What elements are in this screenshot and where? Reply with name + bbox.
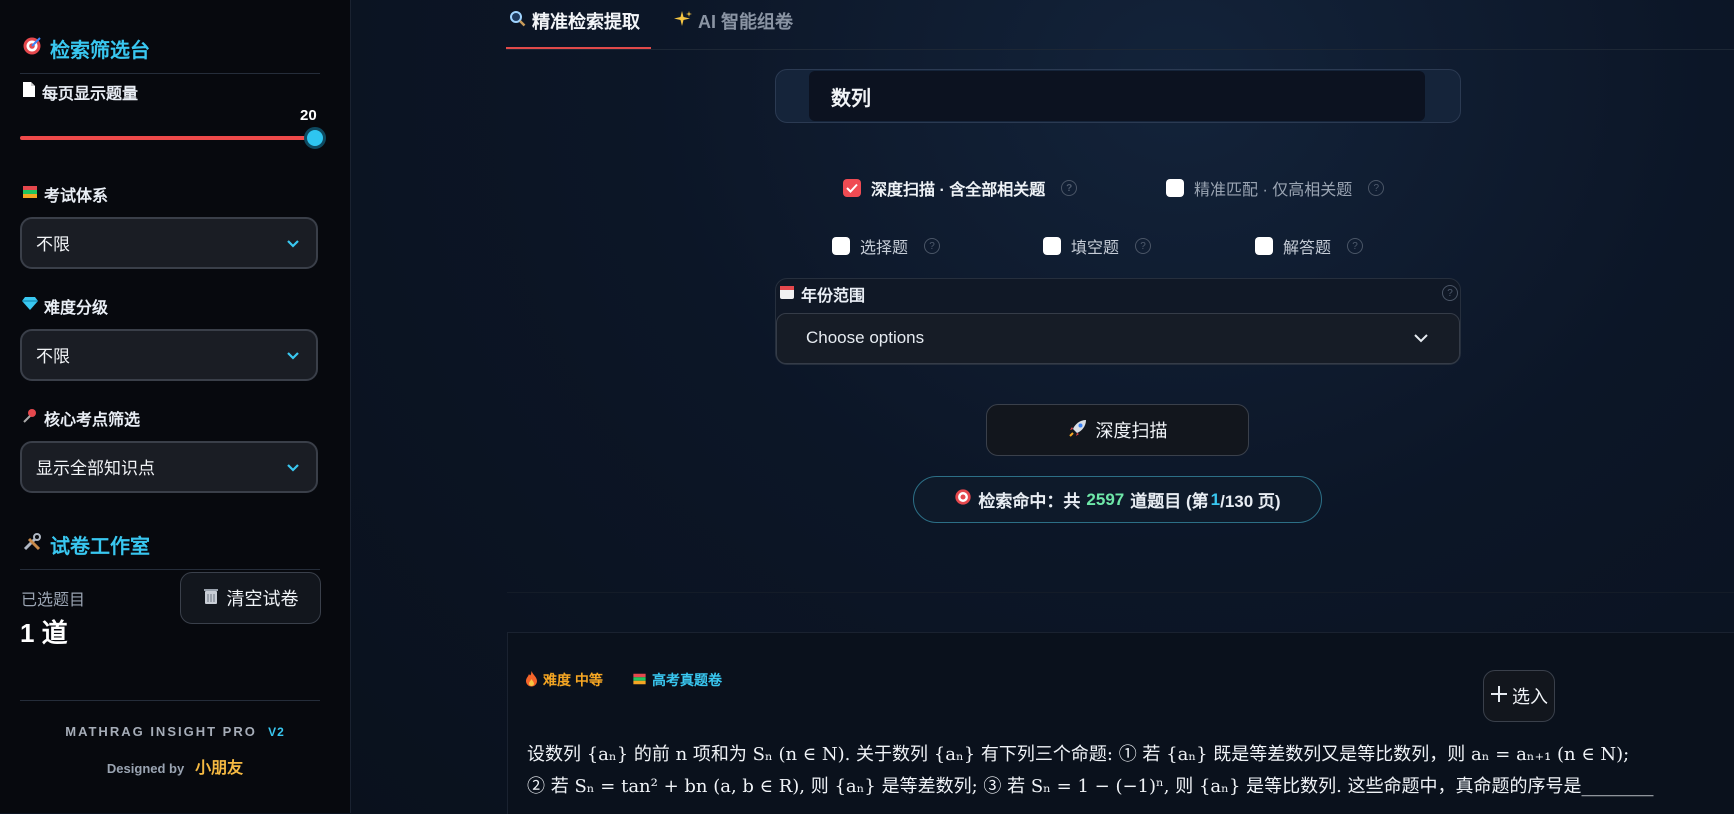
search-input-wrapper	[809, 71, 1425, 121]
question-line: 设数列 {aₙ} 的前 n 项和为 Sₙ (n ∈ N). 关于数列 {aₙ} …	[527, 744, 1630, 765]
answer-question-checkbox[interactable]: 解答题 ?	[1255, 234, 1364, 258]
checkbox[interactable]	[832, 237, 850, 255]
choice-question-checkbox[interactable]: 选择题 ?	[832, 234, 941, 258]
plus-icon	[1490, 685, 1508, 708]
tabs-baseline	[506, 49, 1734, 50]
slider-value: 20	[300, 107, 317, 124]
tab-precise-search[interactable]: 精准检索提取	[509, 8, 640, 34]
gem-icon	[22, 296, 38, 316]
magnifier-icon	[509, 10, 526, 32]
workshop-title: 试卷工作室	[22, 530, 150, 559]
core-points-label: 核心考点筛选	[22, 406, 140, 430]
filter-panel-title: 检索筛选台	[22, 34, 150, 63]
trash-icon	[203, 587, 219, 610]
question-text: 设数列 {aₙ} 的前 n 项和为 Sₙ (n ∈ N). 关于数列 {aₙ} …	[527, 739, 1727, 803]
brand-line: MATHRAG INSIGHT PRO V2	[65, 724, 285, 739]
per-page-slider-track[interactable]	[20, 136, 314, 140]
checkbox[interactable]	[1166, 179, 1184, 197]
per-page-label: 每页显示题量	[22, 80, 138, 104]
help-icon[interactable]: ?	[924, 238, 941, 254]
selected-count: 1 道	[20, 618, 68, 648]
help-icon[interactable]: ?	[1368, 180, 1385, 196]
per-page-slider-thumb[interactable]	[304, 127, 326, 149]
source-tag: 高考真题卷	[632, 670, 722, 690]
checkbox-checked[interactable]	[843, 179, 861, 197]
divider	[20, 569, 320, 570]
difficulty-select[interactable]: 不限	[20, 329, 318, 381]
checkbox[interactable]	[1043, 237, 1061, 255]
fill-question-checkbox[interactable]: 填空题 ?	[1043, 234, 1152, 258]
target-icon	[954, 488, 972, 511]
books-icon	[22, 184, 38, 205]
checkbox[interactable]	[1255, 237, 1273, 255]
difficulty-tag: 难度 中等	[525, 670, 603, 690]
active-tab-indicator	[506, 47, 651, 49]
designed-by-line: Designed by 小朋友	[106, 760, 244, 777]
question-line: ② 若 Sₙ = tan² + bn (a, b ∈ R), 则 {aₙ} 是等…	[527, 776, 1654, 797]
precise-match-checkbox[interactable]: 精准匹配 · 仅高相关题 ?	[1166, 176, 1385, 200]
page-icon	[22, 81, 36, 103]
selected-label: 已选题目	[21, 592, 86, 609]
question-card: 难度 中等 高考真题卷 选入 设数列 {aₙ} 的前 n 项和为 Sₙ (n ∈…	[507, 632, 1734, 814]
search-input[interactable]	[809, 71, 1425, 121]
help-icon[interactable]: ?	[1442, 285, 1458, 301]
deep-scan-checkbox[interactable]: 深度扫描 · 含全部相关题 ?	[843, 176, 1078, 200]
help-icon[interactable]: ?	[1061, 180, 1078, 196]
select-question-button[interactable]: 选入	[1483, 670, 1555, 722]
chevron-down-icon	[286, 348, 300, 367]
deep-scan-button[interactable]: 深度扫描	[986, 404, 1249, 456]
divider	[507, 592, 1734, 593]
divider	[20, 700, 320, 701]
chevron-down-icon	[1413, 331, 1429, 350]
chevron-down-icon	[286, 236, 300, 255]
clear-paper-button[interactable]: 清空试卷	[180, 572, 321, 624]
help-icon[interactable]: ?	[1135, 238, 1152, 254]
chevron-down-icon	[286, 460, 300, 479]
year-range-select[interactable]: Choose options	[776, 313, 1460, 364]
sidebar: 检索筛选台 每页显示题量 20 考试体系 不限 难度分级 不限 核心考点筛选 显…	[0, 0, 351, 813]
calendar-icon	[779, 284, 795, 305]
exam-system-label: 考试体系	[22, 182, 108, 206]
search-box	[775, 69, 1461, 123]
tools-icon	[22, 532, 42, 558]
difficulty-label: 难度分级	[22, 294, 108, 318]
rocket-icon	[1068, 418, 1088, 443]
pin-icon	[22, 408, 38, 429]
tab-ai-paper[interactable]: AI 智能组卷	[674, 8, 793, 34]
result-summary: 检索命中：共 2597 道题目 (第 1/130 页)	[913, 476, 1322, 523]
fire-icon	[525, 670, 538, 690]
year-range-box: 年份范围 ? Choose options	[775, 278, 1461, 365]
year-range-label: 年份范围	[779, 282, 865, 306]
target-icon	[22, 36, 42, 62]
core-points-select[interactable]: 显示全部知识点	[20, 441, 318, 493]
help-icon[interactable]: ?	[1347, 238, 1364, 254]
books-icon	[632, 672, 647, 689]
sparkles-icon	[674, 10, 692, 33]
divider	[20, 73, 320, 74]
exam-system-select[interactable]: 不限	[20, 217, 318, 269]
